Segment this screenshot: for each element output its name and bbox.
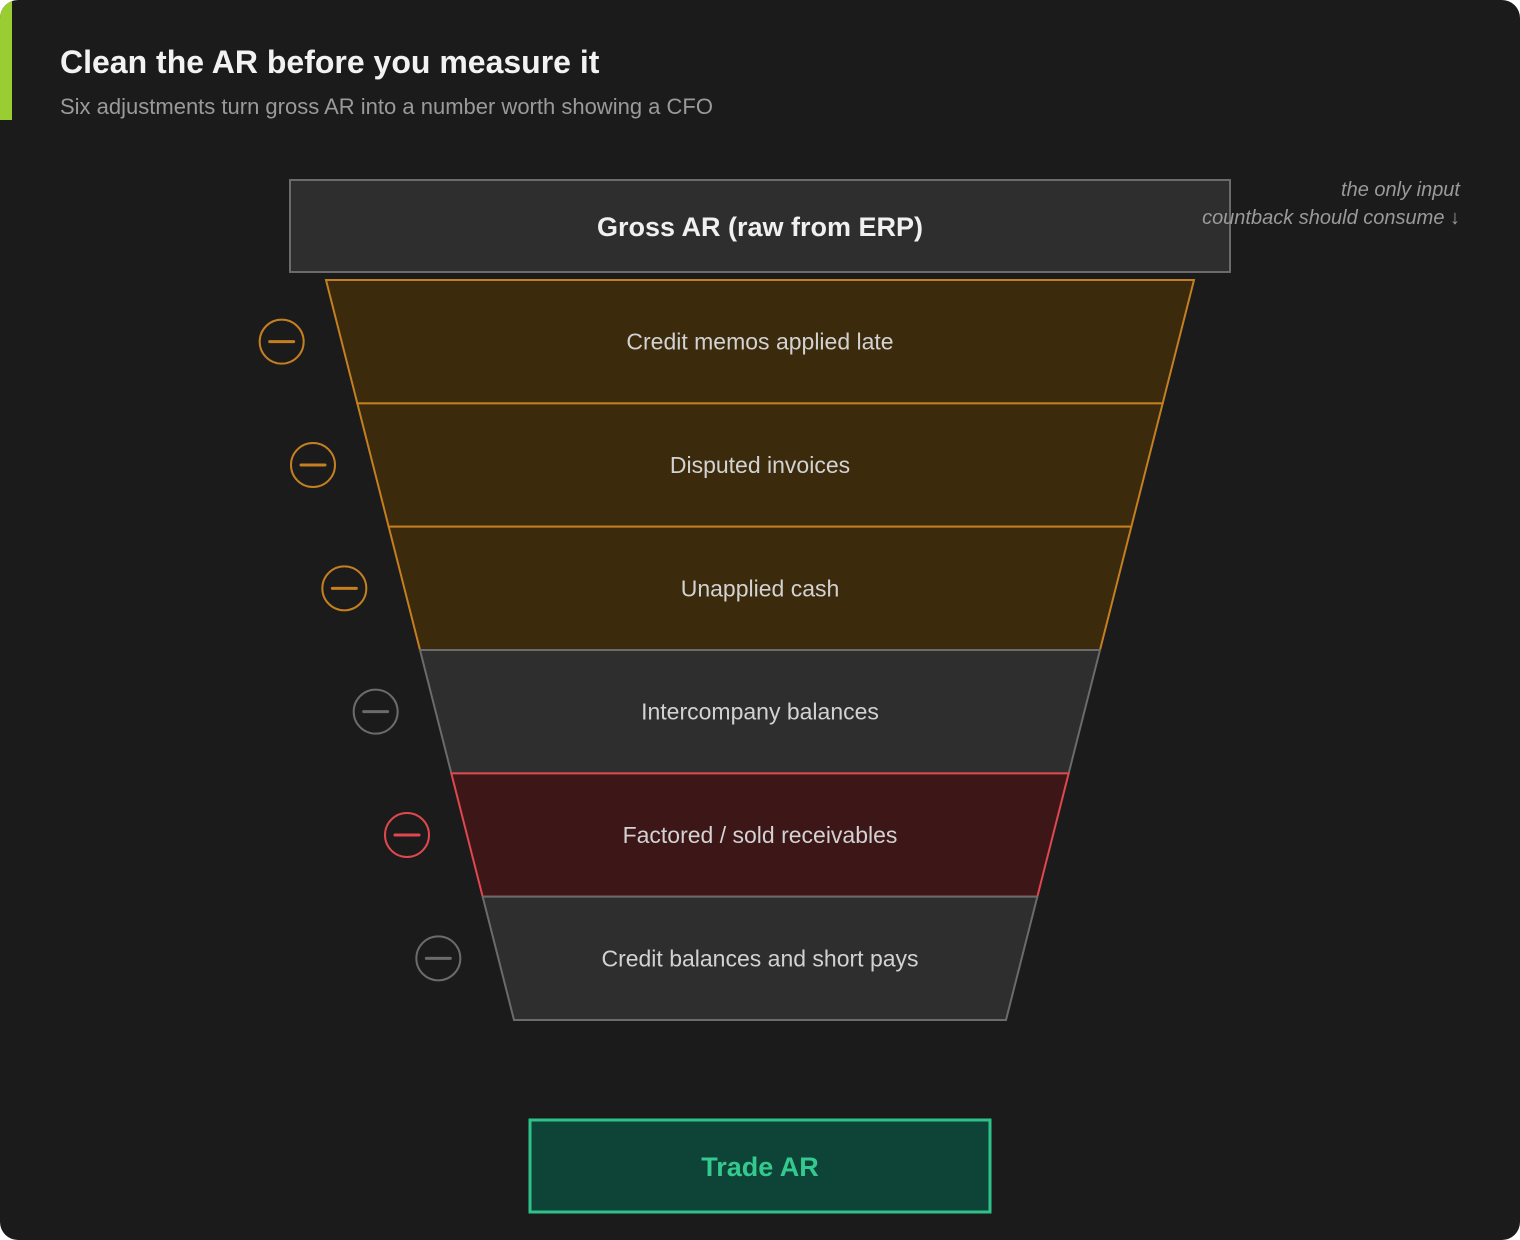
minus-circle-icon: [258, 318, 305, 365]
trade-ar-box: Trade AR: [528, 1118, 992, 1214]
trade-ar-label: Trade AR: [701, 1152, 819, 1182]
funnel-stage-factored-sold-receivables: Factored / sold receivables: [384, 772, 1070, 898]
annotation-line-2: countback should consume ↓: [1202, 207, 1460, 229]
funnel-diagram: Gross AR (raw from ERP) the only input c…: [258, 179, 1461, 1214]
funnel-stage-label: Disputed invoices: [670, 452, 850, 478]
funnel-stage-credit-balances-and-short-pays: Credit balances and short pays: [415, 895, 1039, 1021]
funnel-stage-intercompany-balances: Intercompany balances: [352, 649, 1102, 775]
annotation-line-1: the only input: [1341, 179, 1461, 201]
funnel-stage-label: Factored / sold receivables: [623, 822, 898, 848]
funnel-stages: Credit memos applied late Disputed invoic…: [258, 279, 1196, 1021]
funnel-stage-label: Credit balances and short pays: [601, 945, 918, 971]
funnel-stage-label: Intercompany balances: [641, 699, 879, 725]
minus-circle-icon: [415, 935, 462, 982]
minus-circle-icon: [321, 565, 368, 612]
minus-circle-icon: [384, 812, 430, 858]
minus-circle-icon: [290, 442, 336, 488]
funnel-stage-label: Credit memos applied late: [626, 329, 893, 355]
minus-circle-icon: [352, 688, 399, 735]
funnel-stage-unapplied-cash: Unapplied cash: [321, 525, 1133, 651]
funnel-stage-credit-memos-applied-late: Credit memos applied late: [258, 279, 1196, 405]
funnel-stage-label: Unapplied cash: [681, 575, 840, 601]
annotation: the only input countback should consume …: [1202, 179, 1461, 229]
diagram-card: Clean the AR before you measure it Six a…: [0, 0, 1520, 1240]
gross-ar-box: Gross AR (raw from ERP): [289, 179, 1231, 273]
gross-ar-label: Gross AR (raw from ERP): [597, 212, 923, 242]
funnel-stage-disputed-invoices: Disputed invoices: [290, 402, 1164, 528]
